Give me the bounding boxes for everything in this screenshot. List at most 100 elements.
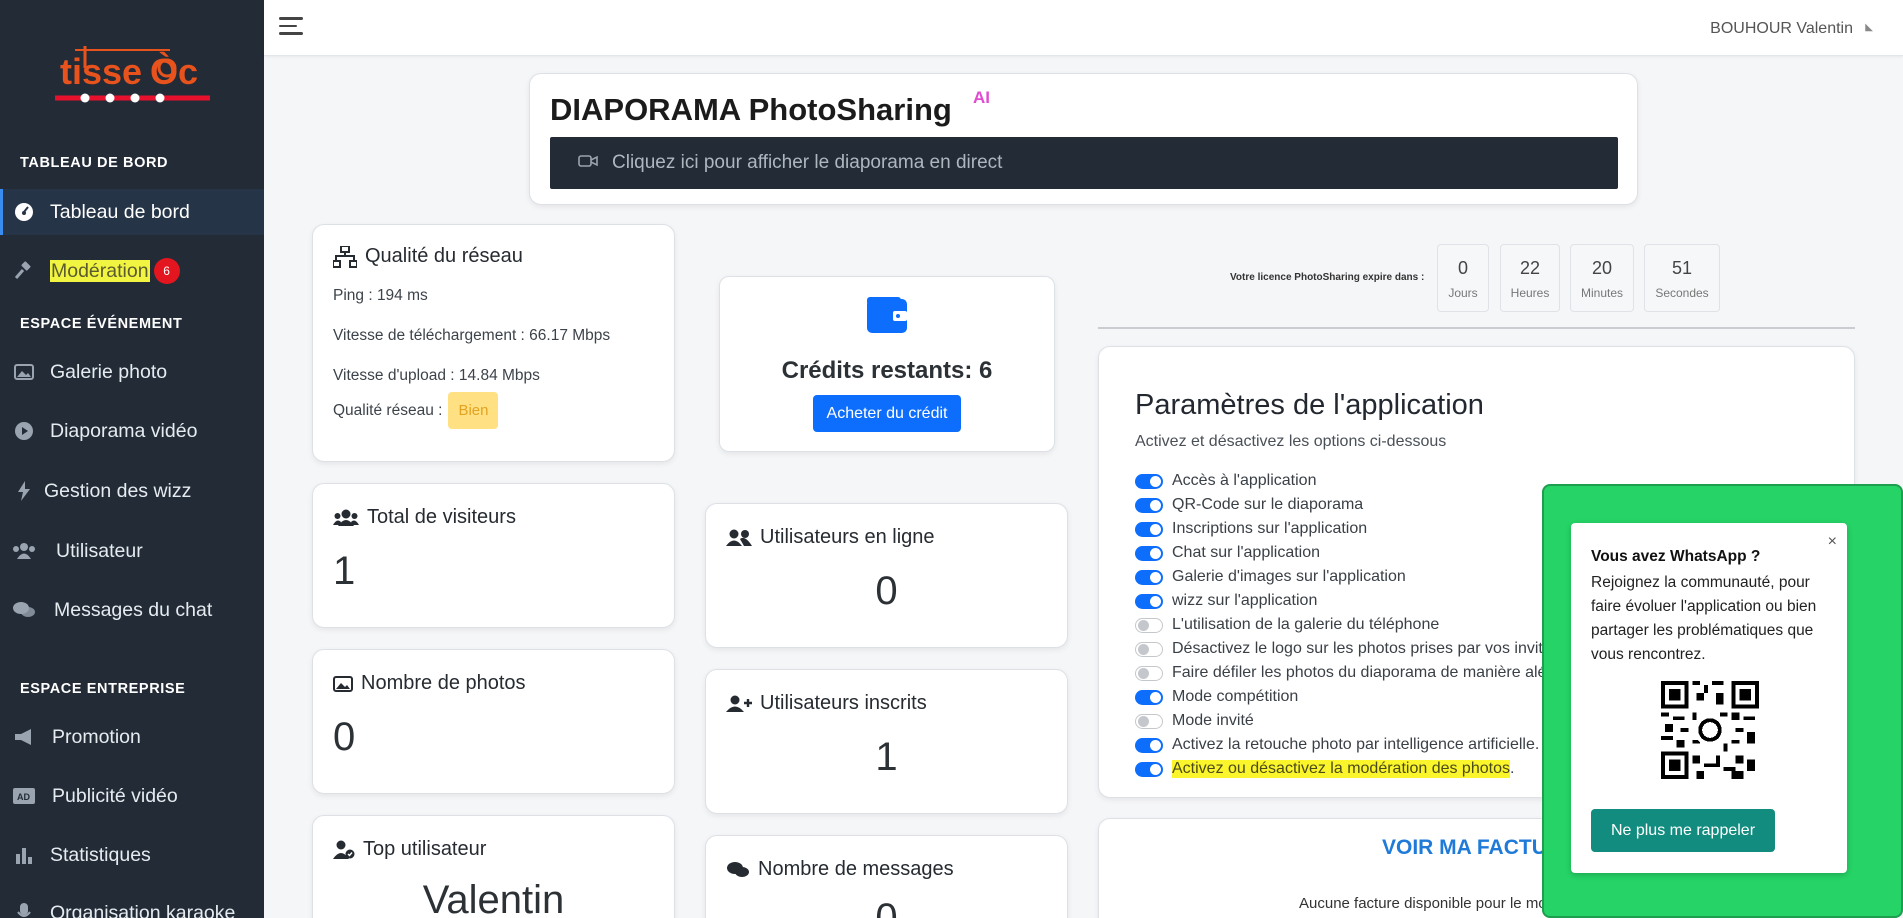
- toggle-wizz[interactable]: wizz sur l'application: [1135, 591, 1317, 611]
- sidebar-item-moderation[interactable]: Modération 6: [0, 248, 264, 294]
- user-menu[interactable]: BOUHOUR Valentin: [1710, 20, 1853, 38]
- toggle-switch[interactable]: [1135, 665, 1163, 681]
- toggle-retouche-ia[interactable]: Activez la retouche photo par intelligen…: [1135, 735, 1539, 755]
- toggle-chat[interactable]: Chat sur l'application: [1135, 543, 1320, 563]
- top-user-value: Valentin: [422, 878, 565, 918]
- sidebar-item-messages-chat[interactable]: Messages du chat: [0, 587, 264, 633]
- countdown-value: 20: [1591, 258, 1613, 278]
- top-navbar: BOUHOUR Valentin ◣: [264, 0, 1903, 56]
- toggle-label: Activez ou désactivez la modération des …: [1172, 760, 1510, 778]
- tisseoc-logo[interactable]: tisse Òc: [50, 38, 220, 113]
- svg-text:AD: AD: [17, 792, 30, 802]
- toggle-label: Mode compétition: [1172, 688, 1299, 705]
- image-icon: [333, 675, 353, 692]
- countdown-value: 0: [1457, 258, 1468, 278]
- whatsapp-qr-code-icon[interactable]: [1661, 681, 1759, 779]
- quality-status-badge: Bien: [448, 392, 499, 429]
- toggle-qrcode-diaporama[interactable]: QR-Code sur le diaporama: [1135, 495, 1363, 515]
- sidebar-item-publicite-video[interactable]: AD Publicité vidéo: [0, 773, 264, 819]
- toggle-switch[interactable]: [1135, 737, 1163, 753]
- users-icon: [12, 539, 36, 563]
- toggle-switch[interactable]: [1135, 569, 1163, 585]
- caret-icon[interactable]: ◣: [1865, 22, 1873, 33]
- sidebar-item-galerie-photo[interactable]: Galerie photo: [0, 349, 264, 395]
- sidebar-item-label: Statistiques: [50, 843, 151, 866]
- toggle-switch[interactable]: [1135, 545, 1163, 561]
- toggle-inscriptions[interactable]: Inscriptions sur l'application: [1135, 519, 1367, 539]
- message-count-title: Nombre de messages: [758, 858, 954, 880]
- sidebar-item-organisation-karaoke[interactable]: Organisation karaoke: [0, 890, 264, 918]
- gavel-icon: [12, 259, 36, 283]
- registered-users-value: 1: [875, 735, 898, 779]
- countdown-unit: Jours: [1448, 286, 1478, 300]
- network-quality-card: Qualité du réseau Ping : 194 ms Vitesse …: [312, 224, 675, 462]
- sidebar-item-diaporama-video[interactable]: Diaporama vidéo: [0, 408, 264, 454]
- sidebar-item-label: Promotion: [52, 725, 141, 748]
- toggle-label: QR-Code sur le diaporama: [1172, 496, 1364, 513]
- countdown-value: 22: [1519, 258, 1541, 278]
- toggle-acces-application[interactable]: Accès à l'application: [1135, 471, 1316, 491]
- diaporama-card: DIAPORAMA PhotoSharing AI Cliquez ici po…: [529, 73, 1638, 205]
- buy-credit-button[interactable]: Acheter du crédit: [813, 395, 961, 432]
- online-users-value: 0: [875, 569, 898, 613]
- user-plus-icon: [726, 695, 752, 712]
- photo-count-value: 0: [333, 715, 356, 759]
- dashboard-icon: [12, 200, 36, 224]
- live-link-label: Cliquez ici pour afficher le diaporama e…: [612, 152, 1003, 173]
- countdown-unit: Minutes: [1580, 286, 1624, 300]
- section-tableau-de-bord: TABLEAU DE BORD: [20, 155, 169, 171]
- comments-icon: [727, 861, 749, 877]
- toggle-label-suffix: .: [1509, 760, 1515, 777]
- photo-count-card: Nombre de photos 0: [312, 649, 675, 794]
- toggle-defilement-aleatoire[interactable]: Faire défiler les photos du diaporama de…: [1135, 663, 1586, 683]
- sidebar: tisse Òc TABLEAU DE BORD Tableau de bord…: [0, 0, 264, 918]
- toggle-galerie-images[interactable]: Galerie d'images sur l'application: [1135, 567, 1406, 587]
- toggle-switch[interactable]: [1135, 689, 1163, 705]
- toggle-mode-competition[interactable]: Mode compétition: [1135, 687, 1298, 707]
- sidebar-item-utilisateur[interactable]: Utilisateur: [0, 528, 264, 574]
- toggle-switch[interactable]: [1135, 593, 1163, 609]
- sidebar-item-label: Messages du chat: [54, 598, 213, 621]
- message-count-value: 0: [875, 896, 898, 918]
- online-users-card: Utilisateurs en ligne 0: [705, 503, 1068, 648]
- total-visitors-title: Total de visiteurs: [367, 506, 516, 528]
- close-icon[interactable]: ×: [1828, 533, 1837, 551]
- toggle-switch[interactable]: [1135, 521, 1163, 537]
- registered-users-card: Utilisateurs inscrits 1: [705, 669, 1068, 814]
- toggle-label: Mode invité: [1172, 712, 1254, 729]
- sidebar-item-label: Galerie photo: [50, 360, 168, 383]
- toggle-switch[interactable]: [1135, 641, 1163, 657]
- toggle-switch[interactable]: [1135, 473, 1163, 489]
- ai-icon: AI: [973, 88, 990, 107]
- toggle-label: wizz sur l'application: [1172, 592, 1318, 609]
- sidebar-item-statistiques[interactable]: Statistiques: [0, 832, 264, 878]
- svg-text:tisse: tisse: [60, 51, 142, 92]
- sidebar-item-gestion-wizz[interactable]: Gestion des wizz: [0, 468, 264, 514]
- whatsapp-text: Rejoignez la communauté, pour faire évol…: [1591, 574, 1817, 663]
- sidebar-item-promotion[interactable]: Promotion: [0, 714, 264, 760]
- bar-chart-icon: [12, 843, 36, 867]
- dismiss-reminder-button[interactable]: Ne plus me rappeler: [1591, 809, 1775, 852]
- sidebar-item-label: Tableau de bord: [50, 200, 190, 223]
- toggle-switch[interactable]: [1135, 497, 1163, 513]
- upload-speed: Vitesse d'upload : 14.84 Mbps: [333, 367, 540, 384]
- diaporama-title: DIAPORAMA PhotoSharing: [550, 92, 952, 127]
- app-settings-subtitle: Activez et désactivez les options ci-des…: [1135, 433, 1447, 450]
- toggle-mode-invite[interactable]: Mode invité: [1135, 711, 1254, 731]
- hamburger-menu-icon[interactable]: [279, 17, 303, 37]
- toggle-logo-photos[interactable]: Désactivez le logo sur les photos prises…: [1135, 639, 1560, 659]
- sidebar-item-tableau-de-bord[interactable]: Tableau de bord: [0, 189, 264, 235]
- live-slideshow-link[interactable]: Cliquez ici pour afficher le diaporama e…: [550, 137, 1618, 189]
- toggle-label: Désactivez le logo sur les photos prises…: [1172, 640, 1560, 657]
- toggle-moderation-photos[interactable]: Activez ou désactivez la modération des …: [1135, 759, 1514, 779]
- microphone-icon: [12, 901, 36, 918]
- toggle-switch[interactable]: [1135, 617, 1163, 633]
- toggle-switch[interactable]: [1135, 713, 1163, 729]
- divider: [1098, 327, 1855, 329]
- toggle-galerie-telephone[interactable]: L'utilisation de la galerie du téléphone: [1135, 615, 1439, 635]
- total-visitors-value: 1: [333, 549, 356, 593]
- countdown-seconds: 51 Secondes: [1644, 244, 1720, 312]
- toggle-switch[interactable]: [1135, 761, 1163, 777]
- remaining-credits: Crédits restants: 6: [781, 357, 993, 384]
- message-count-card: Nombre de messages 0: [705, 835, 1068, 918]
